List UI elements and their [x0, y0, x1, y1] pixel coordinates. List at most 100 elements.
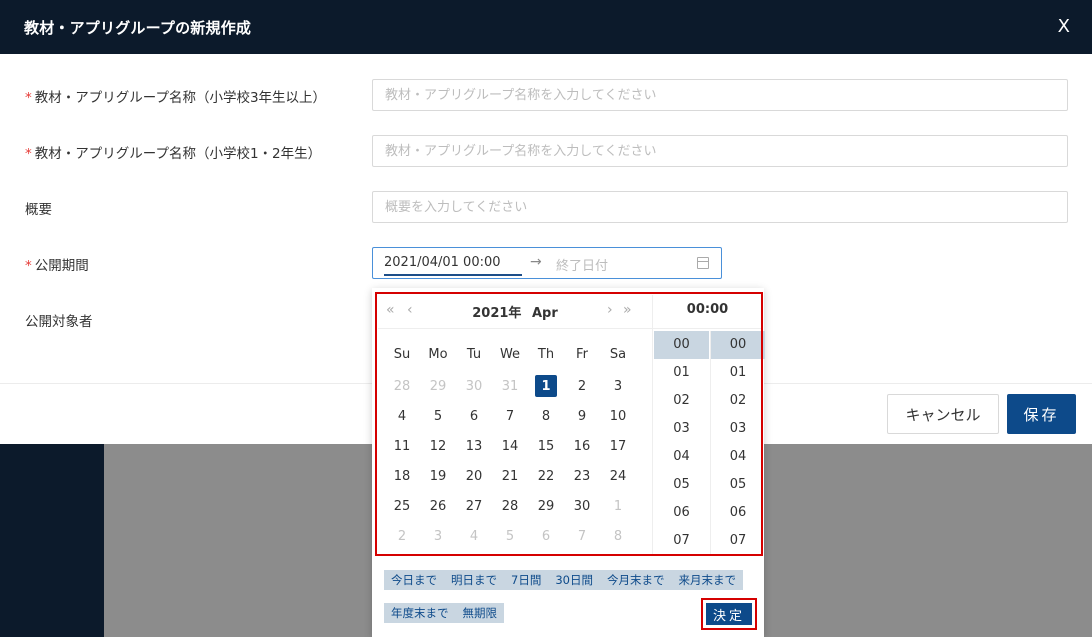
- calendar-year[interactable]: 2021年: [472, 306, 521, 321]
- preset-range-button[interactable]: 今日まで: [384, 570, 444, 590]
- calendar-day[interactable]: 3: [600, 371, 636, 401]
- calendar-day[interactable]: 19: [420, 461, 456, 491]
- calendar-day-number: 20: [465, 468, 483, 484]
- weekday-label: Mo: [428, 347, 448, 362]
- calendar-day[interactable]: 16: [564, 431, 600, 461]
- calendar-day[interactable]: 15: [528, 431, 564, 461]
- minute-option[interactable]: 01: [711, 359, 765, 387]
- calendar-day[interactable]: 13: [456, 431, 492, 461]
- calendar-day[interactable]: 6: [528, 521, 564, 551]
- period-start-value[interactable]: 2021/04/01 00:00: [384, 255, 501, 270]
- time-panel: 00:00 00 01 02 03 04 05 06 07 00 01 02 03 04 05 06 07: [652, 295, 765, 555]
- calendar-day[interactable]: 2: [564, 371, 600, 401]
- calendar-day[interactable]: 30: [564, 491, 600, 521]
- calendar-day[interactable]: 8: [528, 401, 564, 431]
- calendar-day[interactable]: 30: [456, 371, 492, 401]
- calendar-day-selected[interactable]: 1: [528, 371, 564, 401]
- calendar-days-grid: 28 29 30 31 1 2 3 4 5 6 7 8 9 10 11 12 13 14 15 16 17 18 19 20 2…: [384, 371, 636, 551]
- next-year-icon[interactable]: »: [623, 302, 632, 318]
- calendar-day[interactable]: 14: [492, 431, 528, 461]
- calendar-day[interactable]: 25: [384, 491, 420, 521]
- calendar-day[interactable]: 22: [528, 461, 564, 491]
- required-mark: *: [25, 258, 32, 274]
- calendar-day[interactable]: 8: [600, 521, 636, 551]
- hour-option[interactable]: 06: [654, 499, 709, 527]
- form-row-name-upper: * 教材・アプリグループ名称（小学校3年生以上）: [0, 79, 1092, 111]
- close-icon[interactable]: X: [1058, 17, 1070, 37]
- calendar-day[interactable]: 17: [600, 431, 636, 461]
- calendar-day[interactable]: 7: [492, 401, 528, 431]
- weekday-label: We: [499, 347, 521, 362]
- calendar-day[interactable]: 29: [528, 491, 564, 521]
- minute-option[interactable]: 02: [711, 387, 765, 415]
- name-upper-input[interactable]: [372, 79, 1068, 111]
- calendar-day[interactable]: 4: [456, 521, 492, 551]
- calendar-day[interactable]: 26: [420, 491, 456, 521]
- calendar-day[interactable]: 18: [384, 461, 420, 491]
- save-button[interactable]: 保存: [1007, 394, 1076, 434]
- minute-option[interactable]: 06: [711, 499, 765, 527]
- calendar-day-number: 23: [573, 468, 591, 484]
- minute-option[interactable]: 00: [711, 331, 765, 359]
- minute-column[interactable]: 00 01 02 03 04 05 06 07: [710, 331, 765, 555]
- hour-option[interactable]: 02: [654, 387, 709, 415]
- preset-range-button[interactable]: 今月末まで: [599, 570, 672, 590]
- calendar-day[interactable]: 31: [492, 371, 528, 401]
- calendar-day[interactable]: 5: [492, 521, 528, 551]
- name-lower-input[interactable]: [372, 135, 1068, 167]
- calendar-day[interactable]: 10: [600, 401, 636, 431]
- period-range-picker[interactable]: 2021/04/01 00:00 → 終了日付: [372, 247, 722, 279]
- calendar-day-number: 11: [393, 438, 411, 454]
- calendar-day[interactable]: 2: [384, 521, 420, 551]
- minute-option[interactable]: 07: [711, 527, 765, 555]
- calendar-day-number: 3: [433, 528, 443, 544]
- next-month-icon[interactable]: ›: [607, 302, 613, 318]
- calendar-day[interactable]: 11: [384, 431, 420, 461]
- calendar-day[interactable]: 9: [564, 401, 600, 431]
- period-end-placeholder[interactable]: 終了日付: [556, 255, 608, 274]
- calendar-day[interactable]: 28: [492, 491, 528, 521]
- calendar-day[interactable]: 7: [564, 521, 600, 551]
- preset-range-button[interactable]: 年度末まで: [384, 603, 456, 623]
- weekday-label: Su: [393, 347, 411, 362]
- calendar-day-number: 13: [465, 438, 483, 454]
- required-mark: *: [25, 90, 32, 106]
- calendar-day[interactable]: 27: [456, 491, 492, 521]
- hour-option[interactable]: 04: [654, 443, 709, 471]
- calendar-day-number: 19: [429, 468, 447, 484]
- calendar-day[interactable]: 3: [420, 521, 456, 551]
- confirm-button[interactable]: 決定: [706, 603, 752, 625]
- calendar-day-number: 30: [573, 498, 591, 514]
- calendar-day[interactable]: 20: [456, 461, 492, 491]
- calendar-day[interactable]: 24: [600, 461, 636, 491]
- hour-option[interactable]: 07: [654, 527, 709, 555]
- calendar-month[interactable]: Apr: [532, 306, 558, 321]
- hour-column[interactable]: 00 01 02 03 04 05 06 07: [654, 331, 709, 555]
- required-mark: *: [25, 146, 32, 162]
- hour-option[interactable]: 00: [654, 331, 709, 359]
- minute-option[interactable]: 04: [711, 443, 765, 471]
- calendar-day[interactable]: 1: [600, 491, 636, 521]
- preset-range-button[interactable]: 来月末まで: [671, 570, 743, 590]
- calendar-day[interactable]: 21: [492, 461, 528, 491]
- calendar-day[interactable]: 6: [456, 401, 492, 431]
- calendar-day[interactable]: 12: [420, 431, 456, 461]
- calendar-day[interactable]: 29: [420, 371, 456, 401]
- calendar-day[interactable]: 28: [384, 371, 420, 401]
- preset-range-button[interactable]: 無期限: [455, 603, 504, 623]
- preset-range-button[interactable]: 明日まで: [444, 570, 504, 590]
- calendar-day-number: 15: [537, 438, 555, 454]
- calendar-icon[interactable]: [697, 257, 709, 269]
- calendar-day[interactable]: 23: [564, 461, 600, 491]
- preset-range-button[interactable]: 7日間: [504, 570, 549, 590]
- preset-range-button[interactable]: 30日間: [548, 570, 600, 590]
- calendar-day[interactable]: 5: [420, 401, 456, 431]
- overview-input[interactable]: [372, 191, 1068, 223]
- hour-option[interactable]: 01: [654, 359, 709, 387]
- hour-option[interactable]: 03: [654, 415, 709, 443]
- minute-option[interactable]: 05: [711, 471, 765, 499]
- calendar-day[interactable]: 4: [384, 401, 420, 431]
- cancel-button[interactable]: キャンセル: [887, 394, 999, 434]
- hour-option[interactable]: 05: [654, 471, 709, 499]
- minute-option[interactable]: 03: [711, 415, 765, 443]
